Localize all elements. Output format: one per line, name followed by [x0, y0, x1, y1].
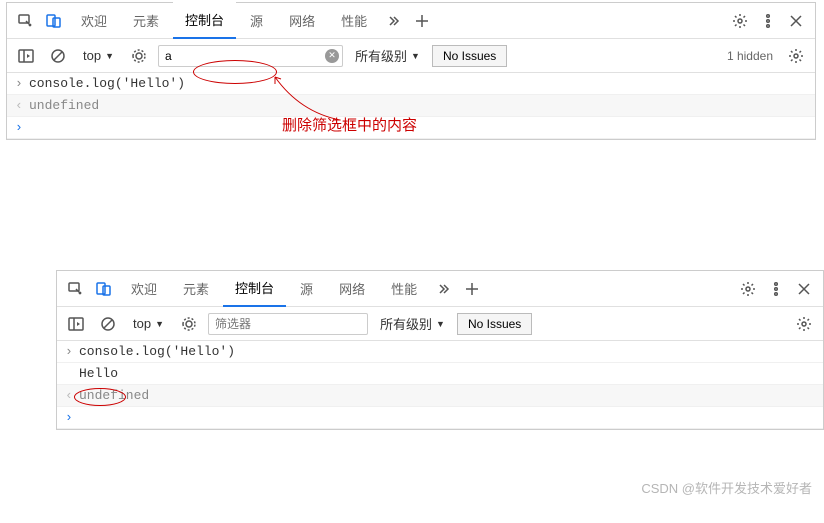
- settings-icon[interactable]: [735, 276, 761, 302]
- clear-console-icon[interactable]: [45, 43, 71, 69]
- tab-console[interactable]: 控制台: [173, 2, 236, 39]
- tab-welcome[interactable]: 欢迎: [69, 3, 119, 38]
- tab-console[interactable]: 控制台: [223, 270, 286, 307]
- level-label: 所有级别: [380, 314, 432, 333]
- tab-sources[interactable]: 源: [238, 3, 275, 38]
- console-input-row[interactable]: ›console.log('Hello'): [57, 341, 823, 363]
- add-tab-icon[interactable]: [459, 276, 485, 302]
- prompt-arrow-icon: ›: [15, 120, 29, 135]
- device-toggle-icon[interactable]: [91, 276, 117, 302]
- device-toggle-icon[interactable]: [41, 8, 67, 34]
- output-value: Hello: [79, 366, 118, 381]
- tab-network[interactable]: 网络: [277, 3, 327, 38]
- more-tabs-icon[interactable]: [431, 276, 457, 302]
- context-label: top: [83, 48, 101, 63]
- bottom-console-body: ›console.log('Hello') Hello ‹undefined ›: [57, 341, 823, 429]
- tab-sources[interactable]: 源: [288, 271, 325, 306]
- return-value: undefined: [79, 388, 149, 403]
- prompt-arrow-icon: ›: [65, 410, 79, 425]
- level-label: 所有级别: [355, 46, 407, 65]
- issues-button[interactable]: No Issues: [432, 45, 507, 67]
- inspect-icon[interactable]: [13, 8, 39, 34]
- filter-input[interactable]: [158, 45, 343, 67]
- console-return-row: ‹undefined: [57, 385, 823, 407]
- top-tabbar: 欢迎 元素 控制台 源 网络 性能: [7, 3, 815, 39]
- dropdown-icon: ▼: [105, 51, 114, 61]
- close-icon[interactable]: [791, 276, 817, 302]
- console-prompt[interactable]: ›: [7, 117, 815, 139]
- dropdown-icon: ▼: [436, 319, 445, 329]
- console-prompt[interactable]: ›: [57, 407, 823, 429]
- input-arrow-icon: ›: [15, 76, 29, 91]
- dropdown-icon: ▼: [155, 319, 164, 329]
- console-settings-icon[interactable]: [791, 311, 817, 337]
- top-console-toolbar: top ▼ ✕ 所有级别 ▼ No Issues 1 hidden: [7, 39, 815, 73]
- add-tab-icon[interactable]: [409, 8, 435, 34]
- settings-icon[interactable]: [727, 8, 753, 34]
- top-console-body: ›console.log('Hello') ‹undefined ›: [7, 73, 815, 139]
- console-code: console.log('Hello'): [79, 344, 235, 359]
- input-arrow-icon: ›: [65, 344, 79, 359]
- tab-welcome[interactable]: 欢迎: [119, 271, 169, 306]
- level-select[interactable]: 所有级别 ▼: [374, 312, 451, 335]
- tab-performance[interactable]: 性能: [329, 3, 379, 38]
- context-select[interactable]: top ▼: [127, 314, 170, 333]
- watermark: CSDN @软件开发技术爱好者: [641, 478, 812, 497]
- output-arrow-icon: ‹: [15, 98, 29, 113]
- tab-elements[interactable]: 元素: [121, 3, 171, 38]
- bottom-console-toolbar: top ▼ 所有级别 ▼ No Issues: [57, 307, 823, 341]
- live-expression-icon[interactable]: [126, 43, 152, 69]
- kebab-icon[interactable]: [763, 276, 789, 302]
- console-output-row: Hello: [57, 363, 823, 385]
- return-value: undefined: [29, 98, 99, 113]
- close-icon[interactable]: [783, 8, 809, 34]
- hidden-count: 1 hidden: [727, 49, 777, 63]
- console-return-row: ‹undefined: [7, 95, 815, 117]
- context-select[interactable]: top ▼: [77, 46, 120, 65]
- kebab-icon[interactable]: [755, 8, 781, 34]
- console-code: console.log('Hello'): [29, 76, 185, 91]
- more-tabs-icon[interactable]: [381, 8, 407, 34]
- output-arrow-icon: ‹: [65, 388, 79, 403]
- console-input-row[interactable]: ›console.log('Hello'): [7, 73, 815, 95]
- filter-input[interactable]: [208, 313, 368, 335]
- live-expression-icon[interactable]: [176, 311, 202, 337]
- sidebar-toggle-icon[interactable]: [13, 43, 39, 69]
- dropdown-icon: ▼: [411, 51, 420, 61]
- sidebar-toggle-icon[interactable]: [63, 311, 89, 337]
- context-label: top: [133, 316, 151, 331]
- inspect-icon[interactable]: [63, 276, 89, 302]
- bottom-tabbar: 欢迎 元素 控制台 源 网络 性能: [57, 271, 823, 307]
- level-select[interactable]: 所有级别 ▼: [349, 44, 426, 67]
- tab-performance[interactable]: 性能: [379, 271, 429, 306]
- clear-console-icon[interactable]: [95, 311, 121, 337]
- tab-elements[interactable]: 元素: [171, 271, 221, 306]
- issues-button[interactable]: No Issues: [457, 313, 532, 335]
- clear-filter-icon[interactable]: ✕: [325, 49, 339, 63]
- tab-network[interactable]: 网络: [327, 271, 377, 306]
- console-settings-icon[interactable]: [783, 43, 809, 69]
